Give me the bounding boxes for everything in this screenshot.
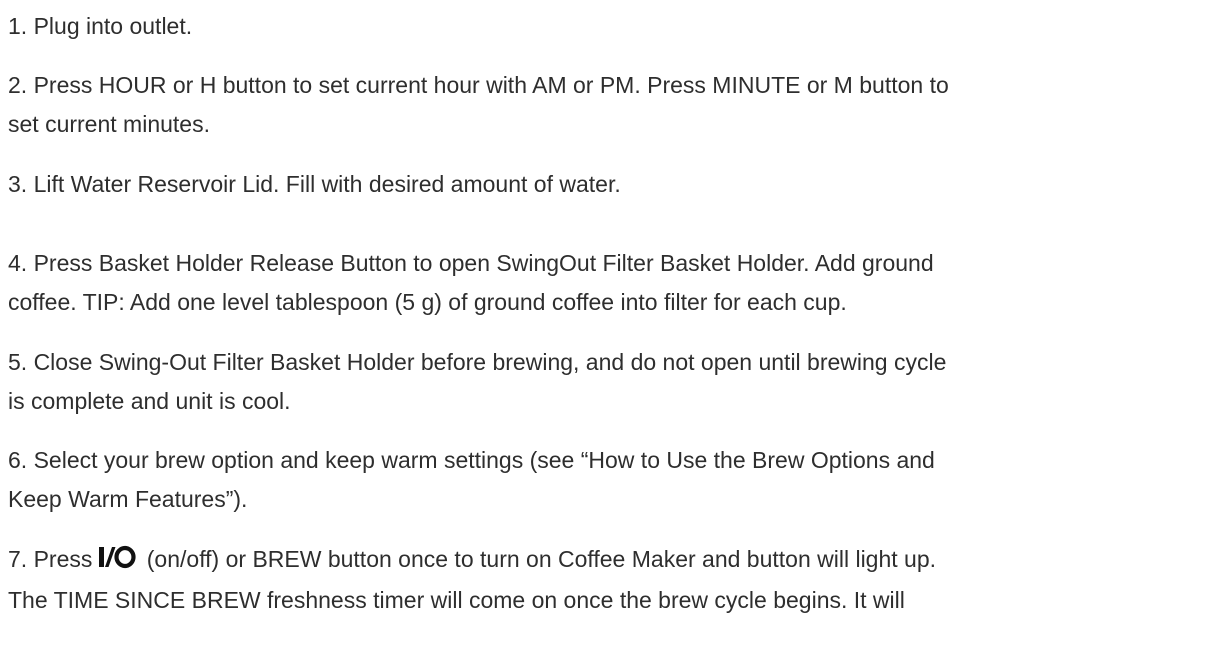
step-5-line-2: is complete and unit is cool. [8,388,291,414]
power-io-icon [98,542,136,581]
step-6-line-2: Keep Warm Features”). [8,486,248,512]
step-1: 1. Plug into outlet. [8,7,192,46]
step-7: 7. Press (on/off) or BREW button once to… [8,540,936,620]
step-7-line-2: The TIME SINCE BREW freshness timer will… [8,587,905,613]
step-5-line-1: 5. Close Swing-Out Filter Basket Holder … [8,349,947,375]
step-2-line-1: 2. Press HOUR or H button to set current… [8,72,949,98]
step-5: 5. Close Swing-Out Filter Basket Holder … [8,343,946,421]
step-7-suffix: (on/off) or BREW button once to turn on … [140,546,937,572]
step-4: 4. Press Basket Holder Release Button to… [8,244,934,322]
step-7-prefix: 7. Press [8,546,93,572]
step-4-line-1: 4. Press Basket Holder Release Button to… [8,250,934,276]
step-6: 6. Select your brew option and keep warm… [8,441,935,519]
step-4-line-2: coffee. TIP: Add one level tablespoon (5… [8,289,847,315]
step-3: 3. Lift Water Reservoir Lid. Fill with d… [8,165,621,204]
step-1-line-1: 1. Plug into outlet. [8,13,193,39]
step-2: 2. Press HOUR or H button to set current… [8,66,949,144]
step-7-line-1: 7. Press (on/off) or BREW button once to… [8,540,936,581]
step-2-line-2: set current minutes. [8,111,210,137]
step-6-line-1: 6. Select your brew option and keep warm… [8,447,935,473]
step-3-line-1: 3. Lift Water Reservoir Lid. Fill with d… [8,171,621,197]
